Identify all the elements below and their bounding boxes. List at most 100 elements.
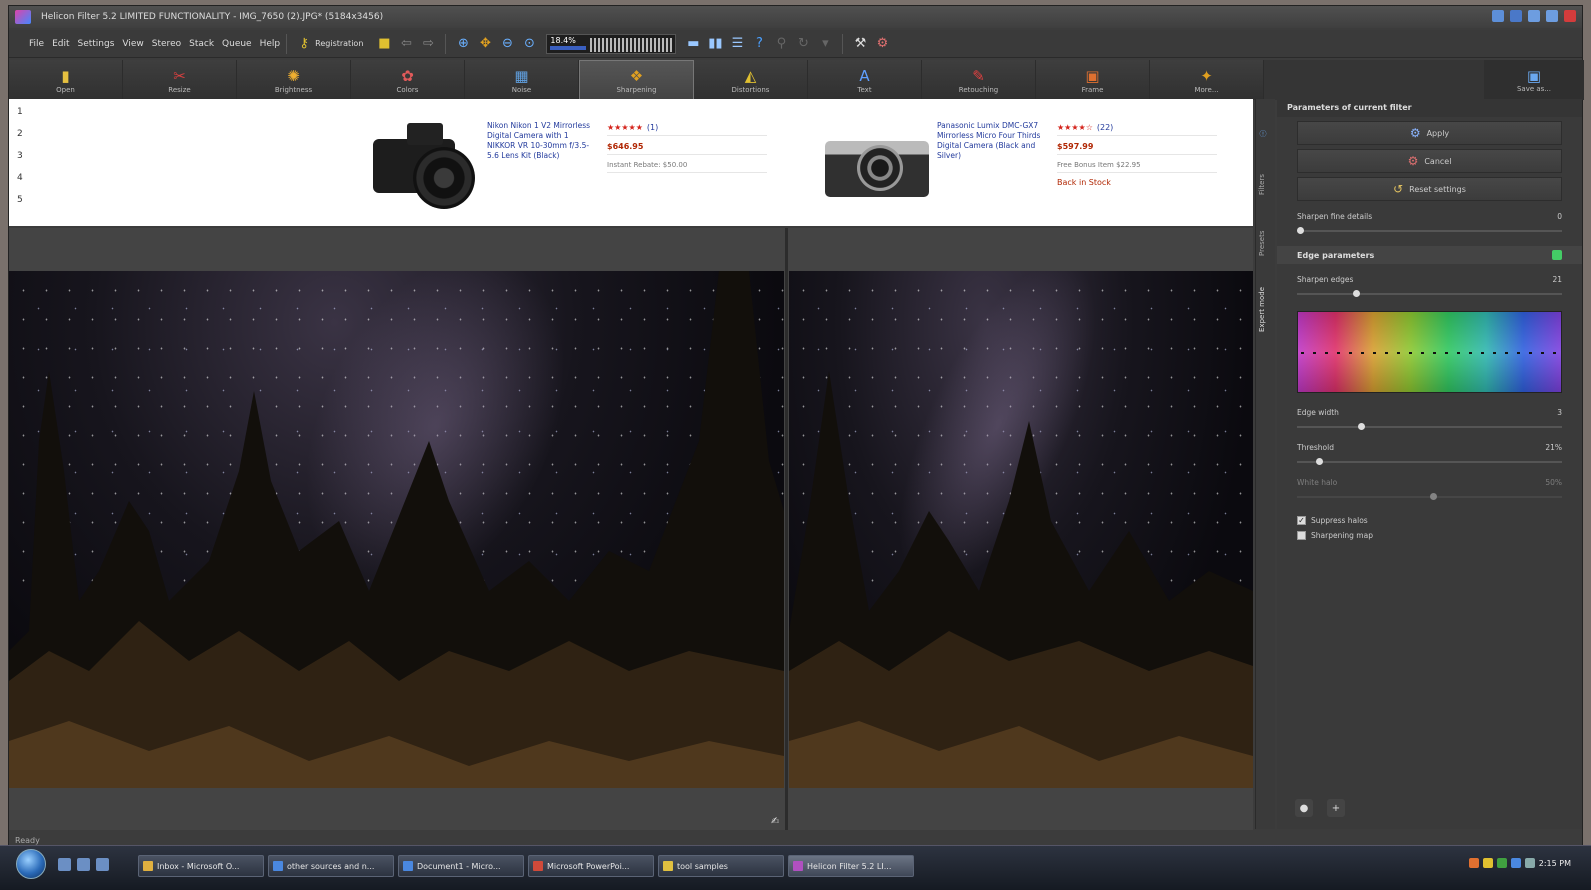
- zoom-display[interactable]: 18.4%: [546, 33, 677, 54]
- pin-icon[interactable]: [1492, 10, 1504, 22]
- sharpen-edges-slider[interactable]: [1297, 289, 1562, 299]
- product-description[interactable]: Nikon Nikon 1 V2 Mirrorless Digital Came…: [487, 111, 597, 211]
- record-icon[interactable]: ●: [1295, 799, 1313, 817]
- undo-icon[interactable]: ⇦: [398, 36, 414, 52]
- tool-open-button[interactable]: ▮ Open: [9, 60, 123, 100]
- zoom-fit-icon[interactable]: ⊙: [521, 36, 537, 52]
- save-as-button[interactable]: ▣ Save as...: [1484, 60, 1584, 100]
- split-vertical-icon[interactable]: ▮▮: [707, 36, 723, 52]
- folder-open-icon[interactable]: ■: [376, 36, 392, 52]
- single-view-icon[interactable]: ▬: [685, 36, 701, 52]
- tab-presets[interactable]: Presets: [1258, 219, 1274, 267]
- edge-parameters-header[interactable]: Edge parameters: [1277, 246, 1582, 264]
- sharpening-map-checkbox[interactable]: Sharpening map: [1297, 531, 1562, 540]
- white-halo-slider[interactable]: [1297, 492, 1562, 502]
- clock[interactable]: 2:15 PM: [1539, 859, 1571, 868]
- key-icon[interactable]: ⚷: [296, 36, 312, 52]
- tool-text-button[interactable]: A Text: [808, 60, 922, 100]
- minimize-button[interactable]: [1528, 10, 1540, 22]
- tool-brightness-button[interactable]: ✺ Brightness: [237, 60, 351, 100]
- zoom-out-icon[interactable]: ⊖: [499, 36, 515, 52]
- tool-sharpening-button[interactable]: ❖ Sharpening: [579, 60, 694, 100]
- menu-file[interactable]: File: [29, 39, 44, 49]
- product-panasonic[interactable]: Panasonic Lumix DMC-GX7 Mirrorless Micro…: [817, 111, 1217, 211]
- camera-image-panasonic[interactable]: [817, 111, 937, 211]
- redo-icon[interactable]: ⇨: [420, 36, 436, 52]
- taskbar-item[interactable]: Document1 - Micro...: [398, 855, 524, 877]
- zoom-in-icon[interactable]: ⊕: [455, 36, 471, 52]
- checkbox-checked[interactable]: ✓: [1297, 516, 1306, 525]
- cancel-button[interactable]: ⚙ Cancel: [1297, 149, 1562, 173]
- reset-settings-button[interactable]: ↺ Reset settings: [1297, 177, 1562, 201]
- image-view-area[interactable]: ✍: [9, 228, 1253, 830]
- rotate-icon[interactable]: ↻: [795, 36, 811, 52]
- zoom-level-bar: [550, 45, 587, 50]
- tab-expert-mode[interactable]: Expert mode: [1258, 274, 1274, 344]
- review-count[interactable]: (22): [1097, 123, 1113, 132]
- close-button[interactable]: [1564, 10, 1576, 22]
- taskbar-item[interactable]: other sources and n...: [268, 855, 394, 877]
- tool-colors-button[interactable]: ✿ Colors: [351, 60, 465, 100]
- menu-stereo[interactable]: Stereo: [152, 39, 181, 49]
- tool-more-button[interactable]: ✦ More...: [1150, 60, 1264, 100]
- volume-icon[interactable]: [1524, 858, 1535, 868]
- tools-icon[interactable]: ⚒: [852, 36, 868, 52]
- start-button[interactable]: [16, 849, 46, 879]
- review-count[interactable]: (1): [647, 123, 658, 132]
- batch-icon[interactable]: ⚙: [874, 36, 890, 52]
- tool-resize-button[interactable]: ✂ Resize: [123, 60, 237, 100]
- arrow-down-icon[interactable]: [1510, 10, 1522, 22]
- photo-before[interactable]: [9, 271, 784, 788]
- tray-app-icon[interactable]: [1482, 858, 1493, 868]
- help-icon[interactable]: ?: [751, 36, 767, 52]
- taskbar-item[interactable]: tool samples: [658, 855, 784, 877]
- tool-frame-button[interactable]: ▣ Frame: [1036, 60, 1150, 100]
- menu-queue[interactable]: Queue: [222, 39, 252, 49]
- camera-image-nikon[interactable]: [367, 111, 487, 211]
- bonus-text: Free Bonus Item $22.95: [1057, 161, 1217, 173]
- apply-button[interactable]: ⚙ Apply: [1297, 121, 1562, 145]
- save-as-label: Save as...: [1516, 85, 1552, 93]
- tab-filters[interactable]: Filters: [1258, 157, 1274, 213]
- tool-distortions-button[interactable]: ◭ Distortions: [694, 60, 808, 100]
- taskbar-item[interactable]: Microsoft PowerPoi...: [528, 855, 654, 877]
- sharpening-map-label: Sharpening map: [1311, 531, 1373, 540]
- maximize-button[interactable]: [1546, 10, 1558, 22]
- split-divider[interactable]: [785, 228, 788, 830]
- pin-location-icon[interactable]: ⚲: [773, 36, 789, 52]
- photo-after[interactable]: [789, 271, 1253, 788]
- frequency-curve[interactable]: [1297, 311, 1562, 393]
- edge-width-slider[interactable]: [1297, 422, 1562, 432]
- dropdown-icon[interactable]: ▾: [817, 36, 833, 52]
- menu-settings[interactable]: Settings: [78, 39, 115, 49]
- product-description[interactable]: Panasonic Lumix DMC-GX7 Mirrorless Micro…: [937, 111, 1047, 211]
- tool-retouching-button[interactable]: ✎ Retouching: [922, 60, 1036, 100]
- fine-details-slider[interactable]: [1297, 226, 1562, 236]
- tray-app-icon[interactable]: [1496, 858, 1507, 868]
- pan-icon[interactable]: ✥: [477, 36, 493, 52]
- menu-stack[interactable]: Stack: [189, 39, 214, 49]
- menu-edit[interactable]: Edit: [52, 39, 69, 49]
- menu-help[interactable]: Help: [260, 39, 281, 49]
- split-horizontal-icon[interactable]: ☰: [729, 36, 745, 52]
- tool-noise-button[interactable]: ▦ Noise: [465, 60, 579, 100]
- show-desktop-icon[interactable]: [58, 858, 71, 871]
- add-icon[interactable]: +: [1327, 799, 1345, 817]
- browser-icon[interactable]: [77, 858, 90, 871]
- zoom-slider[interactable]: [590, 37, 673, 52]
- taskbar-item[interactable]: Inbox - Microsoft O...: [138, 855, 264, 877]
- tray-app-icon[interactable]: [1468, 858, 1479, 868]
- toggle-icon[interactable]: [1552, 250, 1562, 260]
- taskbar-item[interactable]: Helicon Filter 5.2 LI...: [788, 855, 914, 877]
- threshold-slider[interactable]: [1297, 457, 1562, 467]
- info-icon[interactable]: ⓘ: [1258, 119, 1274, 149]
- product-nikon[interactable]: Nikon Nikon 1 V2 Mirrorless Digital Came…: [367, 111, 767, 211]
- filter-parameters-panel: Parameters of current filter ⚙ Apply ⚙ C…: [1277, 99, 1582, 829]
- checkbox-unchecked[interactable]: [1297, 531, 1306, 540]
- registration-button[interactable]: Registration: [315, 39, 363, 48]
- suppress-halos-checkbox[interactable]: ✓ Suppress halos: [1297, 516, 1562, 525]
- sharpen-icon: ❖: [629, 66, 644, 85]
- network-icon[interactable]: [1510, 858, 1521, 868]
- menu-view[interactable]: View: [122, 39, 143, 49]
- switch-windows-icon[interactable]: [96, 858, 109, 871]
